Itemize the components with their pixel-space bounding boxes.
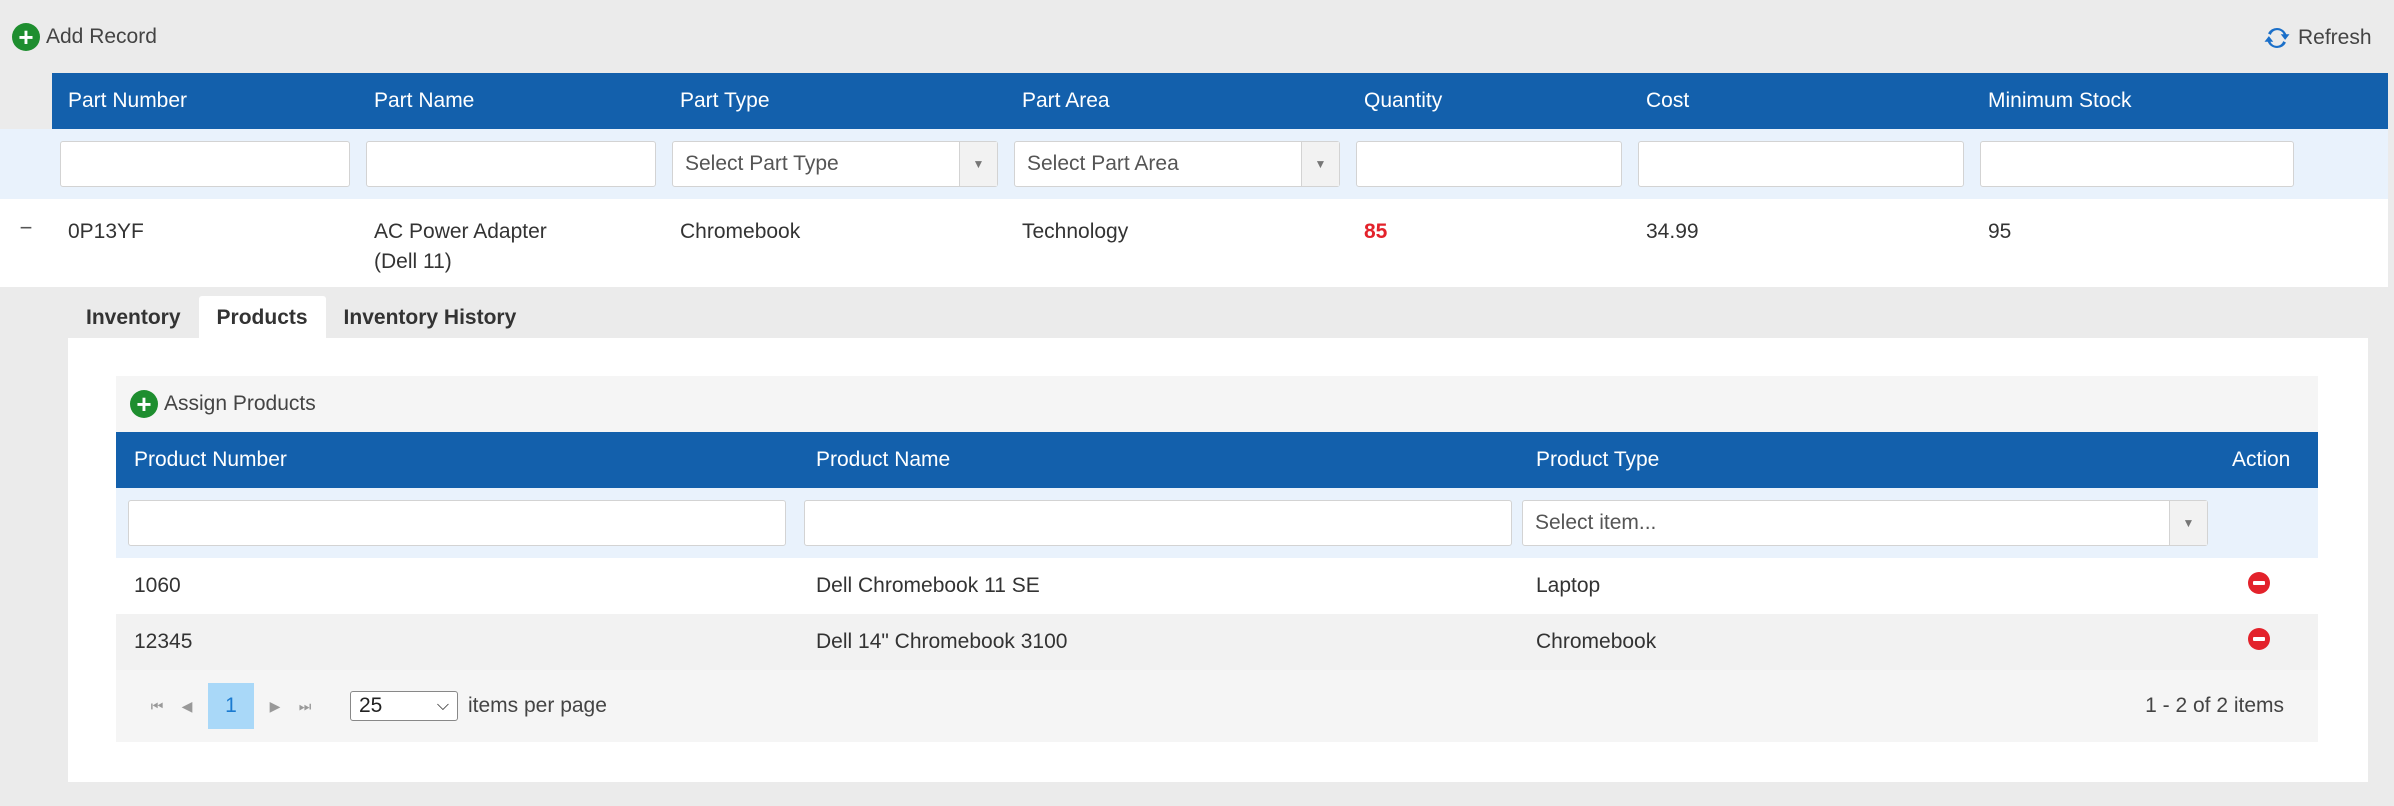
prev-page-icon[interactable]: ◀ — [172, 698, 202, 715]
tab-inventory[interactable]: Inventory — [68, 296, 199, 340]
refresh-button[interactable]: Refresh — [2262, 23, 2372, 53]
cell-product-number: 12345 — [134, 630, 193, 653]
page-size-select[interactable]: 25 ⌵ — [350, 691, 458, 721]
add-record-label: Add Record — [46, 25, 157, 48]
tab-inventory-history[interactable]: Inventory History — [326, 296, 535, 340]
detail-area: Inventory Products Inventory History + A… — [0, 288, 2388, 806]
assign-products-button[interactable]: + Assign Products — [130, 390, 316, 418]
add-record-button[interactable]: + Add Record — [12, 23, 157, 51]
filter-part-name[interactable] — [366, 141, 656, 187]
page-size-label: items per page — [468, 694, 607, 717]
parts-grid: Part Number Part Name Part Type Part Are… — [0, 73, 2388, 287]
col-part-type[interactable]: Part Type — [664, 89, 1006, 113]
detail-tabs: Inventory Products Inventory History — [68, 296, 534, 340]
col-cost[interactable]: Cost — [1630, 89, 1972, 113]
remove-icon[interactable] — [2248, 628, 2270, 650]
col-part-number[interactable]: Part Number — [52, 89, 358, 113]
table-row[interactable]: 1060 Dell Chromebook 11 SE Laptop — [116, 558, 2318, 614]
filter-minimum-stock[interactable] — [1980, 141, 2294, 187]
col-product-type[interactable]: Product Type — [1518, 448, 2212, 472]
cell-part-name: AC Power Adapter (Dell 11) — [358, 199, 664, 287]
col-product-number[interactable]: Product Number — [116, 448, 798, 472]
products-panel: + Assign Products Product Number Product… — [68, 338, 2368, 782]
filter-quantity[interactable] — [1356, 141, 1622, 187]
product-type-placeholder: Select item... — [1535, 511, 1657, 534]
dropdown-arrow-icon[interactable]: ▼ — [1301, 142, 1339, 186]
page-1-button[interactable]: 1 — [208, 683, 254, 729]
cell-product-name: Dell 14" Chromebook 3100 — [816, 630, 1068, 653]
col-quantity[interactable]: Quantity — [1348, 89, 1630, 113]
part-name-line2: (Dell 11) — [374, 250, 452, 274]
filter-cost[interactable] — [1638, 141, 1964, 187]
cell-quantity: 85 — [1364, 220, 1388, 243]
col-part-area[interactable]: Part Area — [1006, 89, 1348, 113]
cell-cost: 34.99 — [1646, 220, 1699, 243]
part-area-placeholder: Select Part Area — [1027, 152, 1179, 175]
refresh-icon — [2264, 27, 2290, 49]
filter-part-area-dropdown[interactable]: Select Part Area ▼ — [1014, 141, 1340, 187]
cell-part-number: 0P13YF — [68, 220, 144, 243]
cell-product-type: Laptop — [1536, 574, 1601, 597]
assign-products-label: Assign Products — [164, 392, 316, 415]
cell-product-type: Chromebook — [1536, 630, 1657, 653]
filter-part-type-dropdown[interactable]: Select Part Type ▼ — [672, 141, 998, 187]
col-action: Action — [2232, 448, 2291, 471]
filter-part-number[interactable] — [60, 141, 350, 187]
col-part-name[interactable]: Part Name — [358, 89, 664, 113]
pager-info: 1 - 2 of 2 items — [2145, 694, 2284, 717]
plus-circle-icon: + — [12, 23, 40, 51]
dropdown-arrow-icon[interactable]: ▼ — [2169, 501, 2207, 545]
cell-part-type: Chromebook — [680, 220, 801, 243]
cell-part-area: Technology — [1022, 220, 1129, 243]
next-page-icon[interactable]: ▶ — [260, 698, 290, 715]
cell-product-name: Dell Chromebook 11 SE — [816, 574, 1040, 597]
first-page-icon[interactable]: ⏮ — [142, 698, 172, 715]
remove-icon[interactable] — [2248, 572, 2270, 594]
products-header: Product Number Product Name Product Type… — [116, 432, 2318, 488]
page-size-value: 25 — [359, 694, 383, 717]
collapse-icon[interactable]: − — [0, 199, 52, 287]
table-row[interactable]: − 0P13YF AC Power Adapter (Dell 11) Chro… — [0, 199, 2388, 287]
cell-product-number: 1060 — [134, 574, 181, 597]
plus-circle-icon: + — [130, 390, 158, 418]
col-product-name[interactable]: Product Name — [798, 448, 1518, 472]
chevron-down-icon: ⌵ — [436, 697, 449, 714]
cell-minimum-stock: 95 — [1988, 220, 2012, 243]
last-page-icon[interactable]: ⏭ — [290, 698, 320, 715]
filter-product-name[interactable] — [804, 500, 1512, 546]
refresh-label: Refresh — [2298, 26, 2372, 49]
products-grid: + Assign Products Product Number Product… — [116, 376, 2318, 742]
products-filter-row: Select item... ▼ — [116, 488, 2318, 558]
grid-header: Part Number Part Name Part Type Part Are… — [0, 73, 2388, 129]
tab-products[interactable]: Products — [198, 296, 326, 340]
dropdown-arrow-icon[interactable]: ▼ — [959, 142, 997, 186]
filter-product-number[interactable] — [128, 500, 786, 546]
grid-filter-row: Select Part Type ▼ Select Part Area ▼ — [0, 129, 2388, 199]
filter-product-type-dropdown[interactable]: Select item... ▼ — [1522, 500, 2208, 546]
part-name-line1: AC Power Adapter — [374, 220, 547, 243]
col-minimum-stock[interactable]: Minimum Stock — [1972, 89, 2342, 113]
part-type-placeholder: Select Part Type — [685, 152, 839, 175]
table-row[interactable]: 12345 Dell 14" Chromebook 3100 Chromeboo… — [116, 614, 2318, 670]
header-spacer — [0, 73, 52, 129]
pager: ⏮ ◀ 1 ▶ ⏭ 25 ⌵ items per page 1 - 2 of 2… — [116, 670, 2318, 742]
